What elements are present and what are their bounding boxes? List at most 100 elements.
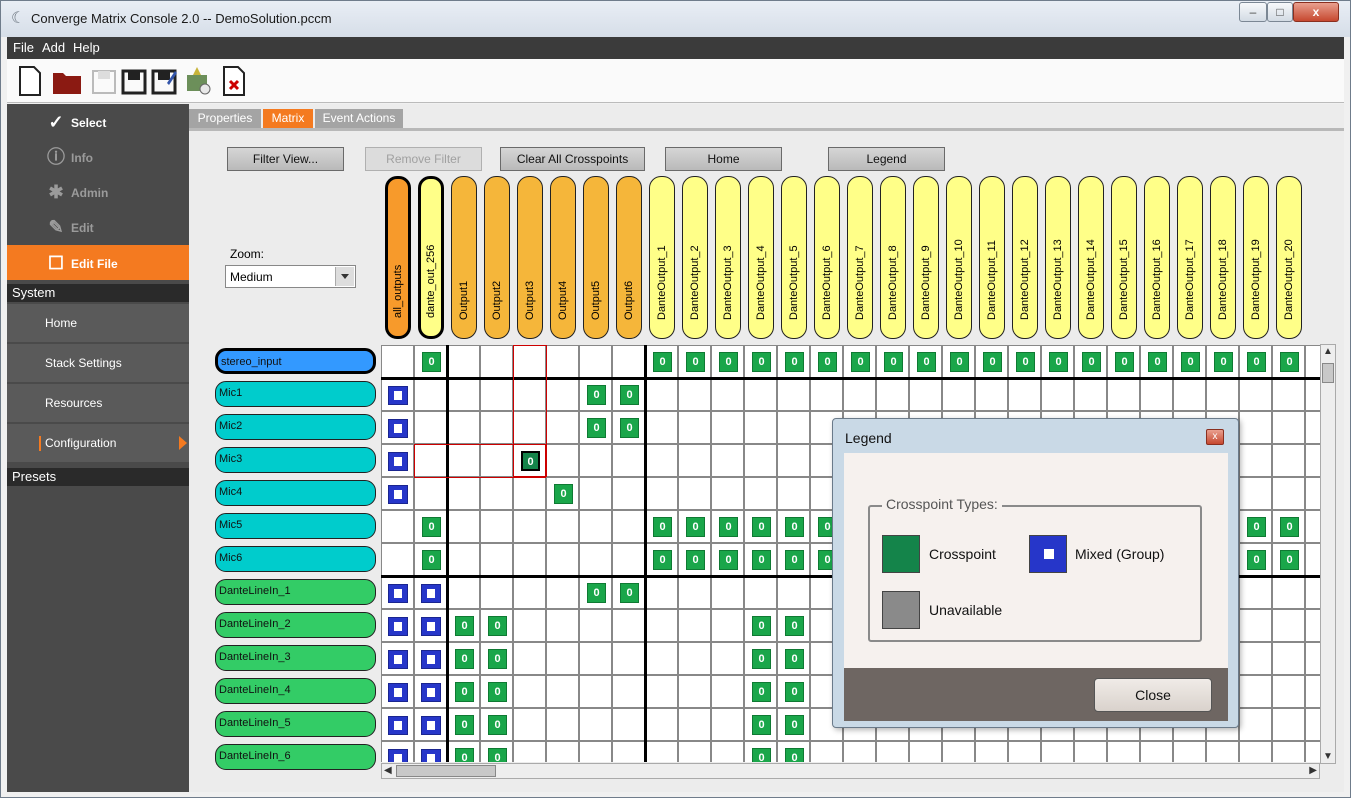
crosspoint-cell[interactable] <box>678 411 711 444</box>
crosspoint-cell[interactable] <box>414 378 447 411</box>
input-header[interactable]: Mic3 <box>215 447 376 473</box>
crosspoint-cell[interactable] <box>645 378 678 411</box>
crosspoint-cell[interactable] <box>579 609 612 642</box>
horizontal-scroll-thumb[interactable] <box>396 765 496 777</box>
crosspoint-cell[interactable] <box>381 510 414 543</box>
crosspoint-cell[interactable]: 0 <box>579 576 612 609</box>
nav-mode-select[interactable]: ✓ Select <box>7 104 189 139</box>
crosspoint-cell[interactable] <box>711 609 744 642</box>
tab-event-actions[interactable]: Event Actions <box>315 109 403 128</box>
output-header[interactable]: DanteOutput_13 <box>1045 176 1071 339</box>
crosspoint-cell[interactable] <box>1008 378 1041 411</box>
crosspoint-cell[interactable] <box>381 708 414 741</box>
crosspoint-cell[interactable] <box>513 378 546 411</box>
crosspoint-cell[interactable]: 0 <box>744 642 777 675</box>
crosspoint-cell[interactable]: 0 <box>843 345 876 378</box>
crosspoint-cell[interactable] <box>612 477 645 510</box>
crosspoint-cell[interactable] <box>381 444 414 477</box>
crosspoint-cell[interactable] <box>546 378 579 411</box>
crosspoint-cell[interactable] <box>381 378 414 411</box>
output-header[interactable]: DanteOutput_8 <box>880 176 906 339</box>
output-header[interactable]: dante_out_256 <box>418 176 444 339</box>
crosspoint-cell[interactable]: 0 <box>777 609 810 642</box>
crosspoint-cell[interactable] <box>876 741 909 762</box>
crosspoint-cell[interactable]: 0 <box>711 543 744 576</box>
crosspoint-cell[interactable] <box>1239 411 1272 444</box>
output-header[interactable]: DanteOutput_11 <box>979 176 1005 339</box>
crosspoint-cell[interactable] <box>876 378 909 411</box>
crosspoint-cell[interactable] <box>579 345 612 378</box>
crosspoint-cell[interactable]: 0 <box>1239 510 1272 543</box>
crosspoint-cell[interactable] <box>513 576 546 609</box>
output-header[interactable]: DanteOutput_3 <box>715 176 741 339</box>
crosspoint-cell[interactable] <box>579 642 612 675</box>
crosspoint-cell[interactable] <box>1239 741 1272 762</box>
legend-close-button[interactable]: Close <box>1094 678 1212 712</box>
crosspoint-cell[interactable] <box>447 345 480 378</box>
crosspoint-cell[interactable] <box>1272 609 1305 642</box>
crosspoint-cell[interactable] <box>513 345 546 378</box>
crosspoint-cell[interactable] <box>579 708 612 741</box>
crosspoint-cell[interactable] <box>711 576 744 609</box>
menu-help[interactable]: Help <box>73 40 100 55</box>
output-header[interactable]: DanteOutput_10 <box>946 176 972 339</box>
crosspoint-cell[interactable]: 0 <box>447 609 480 642</box>
crosspoint-cell[interactable] <box>711 675 744 708</box>
crosspoint-cell[interactable] <box>744 477 777 510</box>
crosspoint-cell[interactable] <box>1041 741 1074 762</box>
crosspoint-cell[interactable] <box>1272 741 1305 762</box>
crosspoint-cell[interactable]: 0 <box>546 477 579 510</box>
crosspoint-cell[interactable] <box>579 741 612 762</box>
crosspoint-cell[interactable] <box>513 411 546 444</box>
crosspoint-cell[interactable] <box>546 444 579 477</box>
output-header[interactable]: DanteOutput_18 <box>1210 176 1236 339</box>
crosspoint-cell[interactable] <box>645 444 678 477</box>
scroll-right-icon[interactable]: ▶ <box>1309 765 1317 776</box>
output-header[interactable]: DanteOutput_12 <box>1012 176 1038 339</box>
scroll-up-icon[interactable]: ▲ <box>1323 346 1333 357</box>
input-header[interactable]: DanteLineIn_5 <box>215 711 376 737</box>
crosspoint-cell[interactable]: 0 <box>711 510 744 543</box>
crosspoint-cell[interactable] <box>546 642 579 675</box>
crosspoint-cell[interactable] <box>678 477 711 510</box>
crosspoint-cell[interactable] <box>546 576 579 609</box>
crosspoint-cell[interactable]: 0 <box>810 345 843 378</box>
crosspoint-cell[interactable] <box>678 576 711 609</box>
crosspoint-cell[interactable] <box>1008 741 1041 762</box>
crosspoint-cell[interactable] <box>447 576 480 609</box>
input-header[interactable]: DanteLineIn_3 <box>215 645 376 671</box>
crosspoint-cell[interactable] <box>1272 642 1305 675</box>
crosspoint-cell[interactable] <box>513 609 546 642</box>
crosspoint-cell[interactable] <box>579 444 612 477</box>
crosspoint-cell[interactable]: 0 <box>1272 510 1305 543</box>
crosspoint-cell[interactable] <box>612 345 645 378</box>
nav-item-home[interactable]: Home <box>7 304 189 342</box>
crosspoint-cell[interactable]: 0 <box>645 510 678 543</box>
close-file-icon[interactable] <box>221 65 247 97</box>
crosspoint-cell[interactable] <box>711 444 744 477</box>
crosspoint-cell[interactable]: 0 <box>678 543 711 576</box>
output-header[interactable]: DanteOutput_17 <box>1177 176 1203 339</box>
crosspoint-cell[interactable]: 0 <box>447 741 480 762</box>
crosspoint-cell[interactable] <box>942 741 975 762</box>
legend-button[interactable]: Legend <box>828 147 945 171</box>
crosspoint-cell[interactable]: 0 <box>678 510 711 543</box>
close-icon[interactable]: x <box>1206 429 1224 445</box>
crosspoint-cell[interactable] <box>810 741 843 762</box>
output-header[interactable]: DanteOutput_6 <box>814 176 840 339</box>
output-header[interactable]: DanteOutput_4 <box>748 176 774 339</box>
crosspoint-cell[interactable] <box>1272 477 1305 510</box>
input-header[interactable]: DanteLineIn_6 <box>215 744 376 770</box>
input-header[interactable]: stereo_input <box>215 348 376 374</box>
crosspoint-cell[interactable]: 0 <box>645 543 678 576</box>
clear-all-crosspoints-button[interactable]: Clear All Crosspoints <box>500 147 645 171</box>
output-header[interactable]: Output1 <box>451 176 477 339</box>
crosspoint-cell[interactable]: 0 <box>777 510 810 543</box>
crosspoint-cell[interactable] <box>975 378 1008 411</box>
crosspoint-cell[interactable] <box>447 378 480 411</box>
crosspoint-cell[interactable]: 0 <box>975 345 1008 378</box>
output-header[interactable]: DanteOutput_20 <box>1276 176 1302 339</box>
crosspoint-cell[interactable] <box>1041 378 1074 411</box>
crosspoint-cell[interactable] <box>744 444 777 477</box>
crosspoint-cell[interactable] <box>1272 411 1305 444</box>
